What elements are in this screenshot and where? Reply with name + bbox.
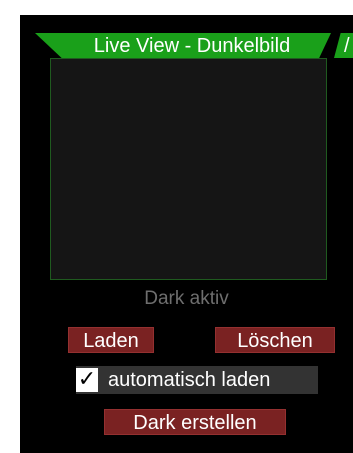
create-dark-button[interactable]: Dark erstellen: [104, 409, 286, 435]
auto-load-checkbox[interactable]: ✓: [76, 368, 98, 392]
load-button[interactable]: Laden: [68, 327, 154, 353]
auto-load-option[interactable]: ✓ automatisch laden: [76, 366, 318, 394]
tab-title: Live View - Dunkelbild: [93, 35, 291, 57]
live-view-panel: Live View - Dunkelbild / Dark aktiv Lade…: [20, 15, 353, 453]
delete-button[interactable]: Löschen: [215, 327, 335, 353]
tab-next-label: /: [344, 35, 350, 57]
auto-load-label: automatisch laden: [108, 369, 271, 391]
dark-status-label: Dark aktiv: [144, 288, 229, 309]
dark-frame-preview: [50, 58, 327, 280]
